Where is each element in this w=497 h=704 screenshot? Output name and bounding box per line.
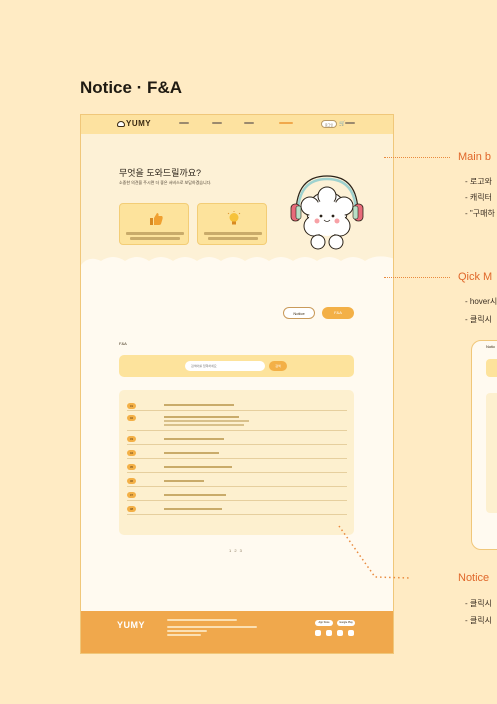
side-card-block [486,393,497,513]
faq-item[interactable]: 06 [127,476,347,487]
faq-item[interactable]: 01 [127,402,347,411]
faq-number: 02 [127,415,136,421]
annotation-connector [338,525,411,579]
faq-item[interactable]: 08 [127,504,347,515]
footer-links[interactable] [167,619,237,621]
mypage-link[interactable] [345,122,355,124]
login-button[interactable]: 로그인 [321,120,337,128]
faq-item[interactable]: 03 [127,434,347,445]
top-nav: YUMY 로그인 🛒 [81,115,393,134]
faq-question [164,416,239,418]
nav-menu-item-1[interactable] [179,122,189,124]
tab-fa[interactable]: F&A [322,307,354,319]
tab-notice[interactable]: Notice [283,307,315,319]
card-description [204,232,262,235]
app-store-button[interactable]: App Store [315,620,333,626]
annotation-item: - 캐릭터 [465,193,492,202]
instagram-icon[interactable] [315,630,321,636]
fa-section-label: F&A [119,341,127,346]
annotation-item: - "구매하 [465,209,495,218]
blog-icon[interactable] [337,630,343,636]
faq-question [164,494,226,496]
lightbulb-icon [227,211,241,225]
side-card-block [486,359,497,377]
card-description-2 [130,237,180,240]
search-bar: 검색 [119,355,354,377]
faq-answer [164,420,249,422]
annotation-title-main-banner: Main b [458,151,492,163]
pagination[interactable]: 1 2 3 [229,548,243,553]
faq-list: 01 02 03 04 05 06 07 08 [119,390,354,535]
twitter-icon[interactable] [348,630,354,636]
faq-question [164,466,232,468]
faq-number: 01 [127,403,136,409]
nav-menu-item-3[interactable] [244,122,254,124]
faq-number: 08 [127,506,136,512]
annotation-item: - hover시 [465,297,497,306]
card-description [126,232,184,235]
page-title: Notice · F&A [80,78,182,97]
faq-number: 06 [127,478,136,484]
mascot-face-icon [117,120,125,127]
hero-card-idea[interactable] [197,203,267,245]
faq-answer [164,424,244,426]
faq-number: 07 [127,492,136,498]
faq-question [164,508,222,510]
wave-divider [81,256,393,275]
youtube-icon[interactable] [326,630,332,636]
annotation-item: - 클릭시 [465,315,492,324]
side-preview-card: Notic [471,340,497,550]
hero-subtitle: 소중한 의견을 주시면 더 좋은 서비스로 보답하겠습니다. [119,180,212,185]
hero-card-feedback[interactable] [119,203,189,245]
annotation-item: - 로고와 [465,177,492,186]
faq-question [164,452,219,454]
annotation-title-quick-menu: Qick M [458,271,493,283]
annotation-connector [384,157,450,158]
footer-copyright [167,634,201,636]
faq-number: 04 [127,450,136,456]
nav-menu-item-active[interactable] [279,122,293,124]
footer: YUMY App Store Google Play [81,611,393,653]
google-play-button[interactable]: Google Play [337,620,355,626]
footer-logo: YUMY [117,620,146,630]
annotation-title-notice: Notice [458,572,490,584]
faq-item[interactable]: 07 [127,490,347,501]
faq-item-expanded[interactable]: 02 [127,414,347,431]
side-card-label: Notic [486,344,496,349]
thumbs-up-icon [150,213,163,225]
annotation-item: - 클릭시 [465,599,492,608]
nav-menu-item-2[interactable] [212,122,222,124]
annotation-item: - 클릭시 [465,616,492,625]
faq-question [164,404,234,406]
faq-number: 05 [127,464,136,470]
hero-title: 무엇을 도와드릴까요? [119,168,202,178]
faq-item[interactable]: 05 [127,462,347,473]
search-button[interactable]: 검색 [269,361,287,371]
search-input[interactable] [185,361,265,371]
annotation-connector [384,277,450,278]
hero-banner: 무엇을 도와드릴까요? 소중한 의견을 주시면 더 좋은 서비스로 보답하겠습니… [81,134,393,266]
faq-question [164,480,204,482]
faq-item[interactable]: 04 [127,448,347,459]
footer-info [167,626,257,628]
faq-number: 03 [127,436,136,442]
faq-question [164,438,224,440]
card-description-2 [208,237,258,240]
footer-info [167,630,207,632]
nav-logo[interactable]: YUMY [117,119,151,128]
